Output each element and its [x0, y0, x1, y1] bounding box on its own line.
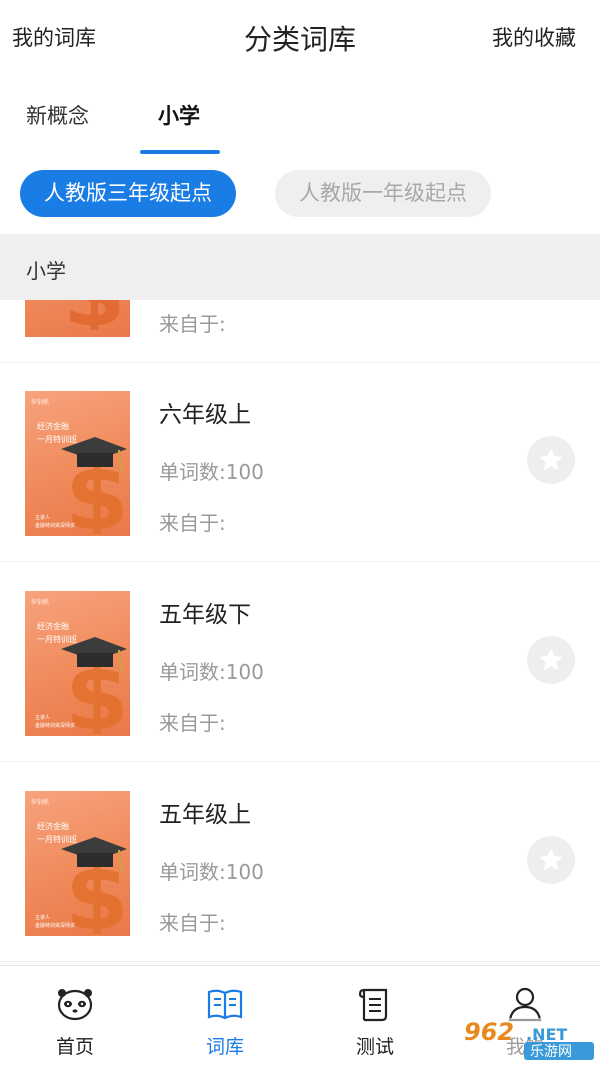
book-icon — [207, 989, 243, 1020]
watermark-logo: 962 .NET 乐游网 — [460, 1018, 596, 1060]
book-name: 五年级上 — [159, 802, 251, 828]
nav-test[interactable]: 测试 — [300, 966, 450, 1067]
nav-wordbook-label: 词库 — [205, 1036, 244, 1058]
top-bar: 我的词库 分类词库 我的收藏 — [0, 0, 600, 76]
dollar-graduate-illustration: $ — [61, 837, 127, 934]
nav-home-label: 首页 — [55, 1036, 94, 1058]
svg-text:$: $ — [63, 300, 125, 330]
active-tab-indicator — [140, 150, 220, 154]
book-word-count: 单词数:100 — [159, 660, 264, 684]
book-word-count: 单词数:100 — [159, 460, 264, 484]
favorite-star-button[interactable] — [527, 636, 575, 684]
book-cover: 华训练 经济金融 一月特训班 $ 主讲人 金融特训资深师资 — [25, 791, 130, 936]
nav-wordbook[interactable]: 词库 — [150, 966, 300, 1067]
book-source: 来自于: — [159, 911, 226, 935]
site-watermark: 962 .NET 乐游网 — [460, 1014, 596, 1062]
book-row[interactable]: 华训练 经济金融 一月特训班 $ 主讲人 金融特训资深师资 五年级上 单词数:1… — [0, 762, 600, 962]
book-source: 来自于: — [159, 511, 226, 535]
svg-text:962: 962 — [464, 1018, 514, 1046]
edition-filter: 人教版三年级起点 人教版一年级起点 — [0, 170, 600, 218]
book-cover: 华训练 经济金融 一月特训班 $ 主讲人 金融特训资深师资 — [25, 391, 130, 536]
book-row[interactable]: $ 来自于: — [0, 300, 600, 363]
nav-home[interactable]: 首页 — [0, 966, 150, 1067]
section-header: 小学 — [0, 234, 600, 300]
star-icon — [539, 848, 563, 871]
section-title: 小学 — [26, 259, 66, 283]
category-tabs: 新概念 小学 — [0, 76, 600, 154]
book-cover: 华训练 经济金融 一月特训班 $ 主讲人 金融特训资深师资 — [25, 591, 130, 736]
chip-pep-grade3-start[interactable]: 人教版三年级起点 — [20, 170, 236, 217]
book-source: 来自于: — [159, 711, 226, 735]
svg-text:乐游网: 乐游网 — [530, 1044, 572, 1060]
tab-new-concept[interactable]: 新概念 — [26, 100, 89, 130]
book-name: 五年级下 — [159, 602, 251, 628]
tab-primary-school[interactable]: 小学 — [158, 100, 200, 130]
dollar-graduate-illustration: $ — [61, 437, 127, 534]
book-word-count: 单词数:100 — [159, 860, 264, 884]
book-name: 六年级上 — [159, 402, 251, 428]
book-list[interactable]: $ 来自于: 华训练 经济金融 一月特训班 $ 主讲人 金融特训资深师资 六年级… — [0, 300, 600, 965]
panda-icon — [57, 989, 93, 1021]
nav-test-label: 测试 — [355, 1036, 394, 1058]
star-icon — [539, 648, 563, 671]
dollar-graduate-illustration: $ — [63, 300, 125, 330]
favorite-star-button[interactable] — [527, 436, 575, 484]
star-icon — [539, 448, 563, 471]
chip-pep-grade1-start[interactable]: 人教版一年级起点 — [275, 170, 491, 217]
book-row[interactable]: 华训练 经济金融 一月特训班 $ 主讲人 金融特训资深师资 六年级上 单词数:1… — [0, 362, 600, 562]
book-row[interactable]: 华训练 经济金融 一月特训班 $ 主讲人 金融特训资深师资 五年级下 单词数:1… — [0, 562, 600, 762]
svg-text:.NET: .NET — [526, 1025, 567, 1044]
favorite-star-button[interactable] — [527, 836, 575, 884]
my-favorites-link[interactable]: 我的收藏 — [492, 22, 576, 52]
book-source: 来自于: — [159, 312, 226, 336]
book-cover: $ — [25, 300, 130, 337]
dollar-graduate-illustration: $ — [61, 637, 127, 734]
scroll-icon — [358, 988, 388, 1022]
